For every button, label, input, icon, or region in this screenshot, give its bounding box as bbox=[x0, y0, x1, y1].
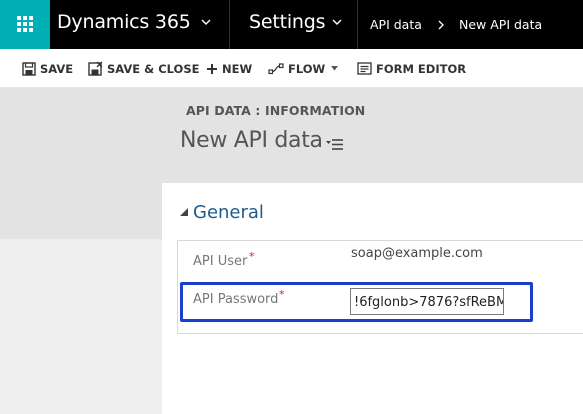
save-label: SAVE bbox=[40, 61, 74, 76]
chevron-right-icon bbox=[438, 20, 444, 30]
caret-down-icon bbox=[331, 66, 339, 71]
breadcrumb-api-data[interactable]: API data bbox=[370, 17, 422, 32]
breadcrumb-new-api-data[interactable]: New API data bbox=[459, 17, 542, 32]
form-editor-label: FORM EDITOR bbox=[376, 61, 467, 76]
chevron-down-icon[interactable] bbox=[201, 17, 211, 27]
nav-divider bbox=[229, 0, 230, 49]
highlight-box bbox=[180, 282, 533, 322]
save-close-label: SAVE & CLOSE bbox=[107, 61, 200, 76]
app-name[interactable]: Dynamics 365 bbox=[57, 11, 191, 33]
left-pane bbox=[0, 239, 162, 414]
entity-form-label: API DATA : INFORMATION bbox=[186, 103, 366, 118]
plus-icon bbox=[207, 63, 217, 74]
flow-button[interactable]: FLOW bbox=[268, 49, 339, 88]
flow-icon bbox=[268, 62, 284, 74]
triangle-collapse-icon[interactable] bbox=[180, 208, 188, 216]
section-title-general[interactable]: General bbox=[193, 202, 264, 223]
list-menu-icon[interactable] bbox=[326, 138, 343, 151]
form-editor-button[interactable]: FORM EDITOR bbox=[357, 49, 466, 88]
floppy-disk-close-icon bbox=[88, 61, 103, 76]
required-marker: * bbox=[249, 250, 255, 263]
waffle-grid-icon bbox=[17, 16, 33, 32]
chevron-down-icon[interactable] bbox=[332, 17, 342, 27]
save-close-button[interactable]: SAVE & CLOSE bbox=[88, 49, 199, 88]
page-title: New API data bbox=[180, 128, 323, 153]
api-user-field[interactable]: soap@example.com bbox=[351, 246, 483, 261]
area-name[interactable]: Settings bbox=[249, 11, 326, 33]
floppy-disk-icon bbox=[22, 61, 36, 76]
form-editor-icon bbox=[357, 62, 372, 75]
top-nav-bar: Dynamics 365 Settings API data New API d… bbox=[0, 0, 583, 49]
nav-divider bbox=[357, 0, 358, 49]
new-label: NEW bbox=[222, 61, 253, 76]
api-user-label: API User bbox=[193, 254, 248, 269]
save-button[interactable]: SAVE bbox=[22, 49, 73, 88]
new-button[interactable]: NEW bbox=[206, 49, 252, 88]
flow-label: FLOW bbox=[288, 61, 326, 76]
command-bar: SAVE SAVE & CLOSE NEW FLOW FORM EDITOR bbox=[0, 49, 583, 88]
app-launcher-button[interactable] bbox=[0, 0, 50, 49]
